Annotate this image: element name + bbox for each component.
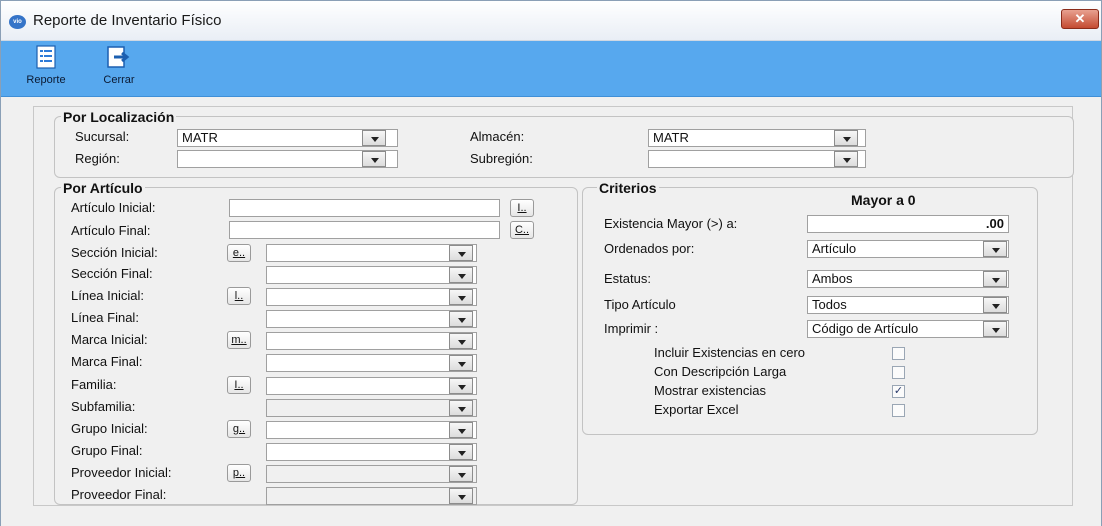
imprimir-dropdown-button[interactable]	[983, 321, 1007, 337]
grupo-inicial-dropdown-button[interactable]	[449, 422, 473, 438]
toolbar: Reporte Cerrar	[1, 41, 1101, 97]
articulo-inicial-field[interactable]	[229, 199, 500, 217]
linea-inicial-lookup-button[interactable]: l..	[227, 287, 251, 305]
estatus-field[interactable]: Ambos	[807, 270, 1009, 288]
report-icon	[36, 45, 56, 69]
articulo-final-lookup-button[interactable]: C..	[510, 221, 534, 239]
articulo-title: Por Artículo	[61, 180, 145, 196]
seccion-final-label: Sección Final:	[71, 266, 153, 281]
proveedor-inicial-field[interactable]	[266, 465, 477, 483]
ordenados-dropdown-button[interactable]	[983, 241, 1007, 257]
seccion-inicial-dropdown-button[interactable]	[449, 245, 473, 261]
descripcion-larga-label: Con Descripción Larga	[654, 364, 787, 379]
almacen-label: Almacén:	[470, 129, 525, 144]
subfamilia-field[interactable]	[266, 399, 477, 417]
criterios-title: Criterios	[597, 180, 659, 196]
title-bar: vio Reporte de Inventario Físico ✕	[1, 1, 1101, 41]
subregion-dropdown-button[interactable]	[834, 151, 858, 167]
marca-final-field[interactable]	[266, 354, 477, 372]
reporte-label: Reporte	[26, 74, 66, 86]
seccion-final-dropdown-button[interactable]	[449, 267, 473, 283]
imprimir-field[interactable]: Código de Artículo	[807, 320, 1009, 338]
proveedor-inicial-label: Proveedor Inicial:	[71, 465, 172, 480]
localizacion-title: Por Localización	[61, 109, 177, 125]
proveedor-inicial-dropdown-button[interactable]	[449, 466, 473, 482]
articulo-final-label: Artículo Final:	[71, 223, 151, 238]
mayor-header: Mayor a 0	[851, 192, 916, 208]
articulo-inicial-lookup-button[interactable]: I..	[510, 199, 534, 217]
grupo-inicial-lookup-button[interactable]: g..	[227, 420, 251, 438]
marca-inicial-field[interactable]	[266, 332, 477, 350]
seccion-inicial-label: Sección Inicial:	[71, 245, 158, 260]
exportar-excel-checkbox[interactable]	[892, 404, 905, 417]
familia-field[interactable]	[266, 377, 477, 395]
linea-inicial-label: Línea Inicial:	[71, 288, 144, 303]
existencia-field[interactable]: .00	[807, 215, 1009, 233]
familia-lookup-button[interactable]: I..	[227, 376, 251, 394]
form-panel: Por Localización Sucursal: MATR Región: …	[33, 106, 1074, 506]
estatus-label: Estatus:	[604, 271, 651, 286]
incluir-existencias-cero-checkbox[interactable]	[892, 347, 905, 360]
mostrar-existencias-checkbox[interactable]: ✓	[892, 385, 905, 398]
grupo-inicial-label: Grupo Inicial:	[71, 421, 148, 436]
content-area: Por Localización Sucursal: MATR Región: …	[1, 98, 1101, 526]
region-label: Región:	[75, 151, 120, 166]
ordenados-label: Ordenados por:	[604, 241, 695, 256]
grupo-inicial-field[interactable]	[266, 421, 477, 439]
subfamilia-label: Subfamilia:	[71, 399, 136, 414]
sucursal-label: Sucursal:	[75, 129, 130, 144]
proveedor-final-dropdown-button[interactable]	[449, 488, 473, 504]
articulo-inicial-label: Artículo Inicial:	[71, 200, 156, 215]
grupo-final-dropdown-button[interactable]	[449, 444, 473, 460]
proveedor-final-field[interactable]	[266, 487, 477, 505]
grupo-final-field[interactable]	[266, 443, 477, 461]
linea-final-label: Línea Final:	[71, 310, 139, 325]
incluir-existencias-cero-label: Incluir Existencias en cero	[654, 345, 806, 360]
familia-dropdown-button[interactable]	[449, 378, 473, 394]
marca-inicial-lookup-button[interactable]: m..	[227, 331, 251, 349]
linea-inicial-dropdown-button[interactable]	[449, 289, 473, 305]
app-icon: vio	[9, 15, 26, 29]
marca-inicial-dropdown-button[interactable]	[449, 333, 473, 349]
seccion-inicial-lookup-button[interactable]: e..	[227, 244, 251, 262]
cerrar-button[interactable]: Cerrar	[84, 45, 154, 86]
linea-final-dropdown-button[interactable]	[449, 311, 473, 327]
almacen-dropdown-button[interactable]	[834, 130, 858, 146]
familia-label: Familia:	[71, 377, 117, 392]
mostrar-existencias-label: Mostrar existencias	[654, 383, 766, 398]
articulo-final-field[interactable]	[229, 221, 500, 239]
tipo-articulo-label: Tipo Artículo	[604, 297, 676, 312]
marca-final-label: Marca Final:	[71, 354, 143, 369]
region-dropdown-button[interactable]	[362, 151, 386, 167]
tipo-articulo-dropdown-button[interactable]	[983, 297, 1007, 313]
marca-inicial-label: Marca Inicial:	[71, 332, 148, 347]
reporte-button[interactable]: Reporte	[11, 45, 81, 86]
seccion-final-field[interactable]	[266, 266, 477, 284]
tipo-articulo-field[interactable]: Todos	[807, 296, 1009, 314]
subfamilia-dropdown-button[interactable]	[449, 400, 473, 416]
proveedor-final-label: Proveedor Final:	[71, 487, 167, 502]
linea-final-field[interactable]	[266, 310, 477, 328]
ordenados-field[interactable]: Artículo	[807, 240, 1009, 258]
exit-icon	[107, 46, 130, 68]
linea-inicial-field[interactable]	[266, 288, 477, 306]
report-window: vio Reporte de Inventario Físico ✕ Repor…	[0, 0, 1102, 526]
estatus-dropdown-button[interactable]	[983, 271, 1007, 287]
localizacion-group	[54, 116, 1074, 178]
sucursal-dropdown-button[interactable]	[362, 130, 386, 146]
seccion-inicial-field[interactable]	[266, 244, 477, 262]
close-window-button[interactable]: ✕	[1061, 9, 1099, 29]
subregion-label: Subregión:	[470, 151, 533, 166]
window-title: Reporte de Inventario Físico	[33, 12, 222, 29]
exportar-excel-label: Exportar Excel	[654, 402, 739, 417]
existencia-label: Existencia Mayor (>) a:	[604, 216, 738, 231]
cerrar-label: Cerrar	[103, 74, 135, 86]
descripcion-larga-checkbox[interactable]	[892, 366, 905, 379]
proveedor-inicial-lookup-button[interactable]: p..	[227, 464, 251, 482]
grupo-final-label: Grupo Final:	[71, 443, 143, 458]
marca-final-dropdown-button[interactable]	[449, 355, 473, 371]
imprimir-label: Imprimir :	[604, 321, 659, 336]
